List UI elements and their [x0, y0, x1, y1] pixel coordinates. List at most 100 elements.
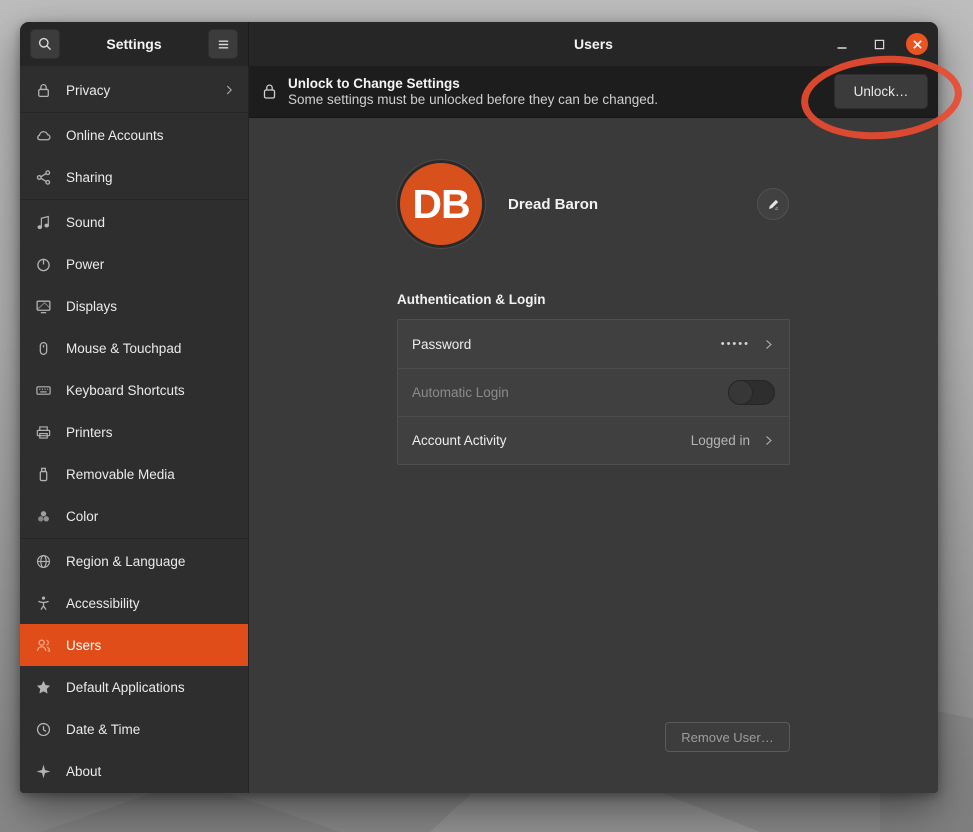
minimize-button[interactable] — [832, 34, 852, 54]
window-controls — [832, 22, 928, 66]
auth-settings-list: Password ••••• Automatic Login — [397, 319, 790, 465]
sidebar-separator — [20, 538, 248, 539]
sidebar-item-privacy[interactable]: Privacy — [20, 69, 248, 111]
sidebar-item-label: Online Accounts — [66, 128, 236, 143]
lock-icon — [35, 82, 52, 99]
sidebar-item-label: Privacy — [66, 83, 222, 98]
page-title: Users — [574, 36, 613, 52]
chevron-right-icon — [762, 338, 775, 351]
sidebar-item-power[interactable]: Power — [20, 243, 248, 285]
sidebar-item-region-language[interactable]: Region & Language — [20, 540, 248, 582]
color-circles-icon — [35, 508, 52, 525]
sidebar-header: Settings — [20, 22, 249, 66]
remove-user-button[interactable]: Remove User… — [665, 722, 790, 752]
sidebar-item-label: Power — [66, 257, 236, 272]
edit-name-button[interactable] — [757, 188, 789, 220]
mouse-icon — [35, 340, 52, 357]
pencil-icon — [766, 197, 781, 212]
power-icon — [35, 256, 52, 273]
menu-button[interactable] — [208, 29, 238, 59]
sidebar-item-accessibility[interactable]: Accessibility — [20, 582, 248, 624]
auth-section-heading: Authentication & Login — [397, 292, 545, 307]
avatar[interactable]: DB — [397, 160, 485, 248]
sidebar-item-mouse-touchpad[interactable]: Mouse & Touchpad — [20, 327, 248, 369]
sidebar-item-online-accounts[interactable]: Online Accounts — [20, 114, 248, 156]
sidebar-item-label: Displays — [66, 299, 236, 314]
users-content: DB Dread Baron Authentication & Login — [249, 118, 938, 793]
sidebar-item-label: Printers — [66, 425, 236, 440]
sidebar-item-removable-media[interactable]: Removable Media — [20, 453, 248, 495]
sidebar-item-color[interactable]: Color — [20, 495, 248, 537]
sidebar-item-displays[interactable]: Displays — [20, 285, 248, 327]
toggle-knob — [728, 380, 753, 405]
star-icon — [35, 679, 52, 696]
automatic-login-row: Automatic Login — [398, 368, 789, 416]
sidebar-item-label: Region & Language — [66, 554, 236, 569]
sidebar-item-about[interactable]: About — [20, 750, 248, 792]
sidebar-item-label: About — [66, 764, 236, 779]
password-row[interactable]: Password ••••• — [398, 320, 789, 368]
account-activity-label: Account Activity — [412, 433, 507, 448]
unlock-button[interactable]: Unlock… — [834, 74, 928, 109]
sidebar-item-label: Color — [66, 509, 236, 524]
sidebar-item-label: Mouse & Touchpad — [66, 341, 236, 356]
sidebar-item-printers[interactable]: Printers — [20, 411, 248, 453]
sidebar-item-users[interactable]: Users — [20, 624, 248, 666]
chevron-right-icon — [222, 83, 236, 97]
sidebar-item-label: Removable Media — [66, 467, 236, 482]
keyboard-icon — [35, 382, 52, 399]
unlock-banner-subtitle: Some settings must be unlocked before th… — [288, 92, 658, 107]
printer-icon — [35, 424, 52, 441]
share-icon — [35, 169, 52, 186]
search-icon — [37, 36, 53, 52]
sidebar-separator — [20, 199, 248, 200]
maximize-icon — [874, 39, 885, 50]
accessibility-icon — [35, 595, 52, 612]
maximize-button[interactable] — [869, 34, 889, 54]
account-activity-row[interactable]: Account Activity Logged in — [398, 416, 789, 464]
automatic-login-toggle[interactable] — [728, 380, 775, 405]
display-icon — [35, 298, 52, 315]
globe-icon — [35, 553, 52, 570]
sidebar-item-label: Default Applications — [66, 680, 236, 695]
minimize-icon — [836, 38, 848, 50]
main-header: Users — [249, 22, 938, 66]
close-button[interactable] — [906, 33, 928, 55]
sidebar-separator — [20, 112, 248, 113]
automatic-login-label: Automatic Login — [412, 385, 509, 400]
unlock-banner-text: Unlock to Change Settings Some settings … — [288, 76, 658, 107]
titlebar: Settings Users — [20, 22, 938, 66]
sidebar-item-default-applications[interactable]: Default Applications — [20, 666, 248, 708]
sidebar-item-date-time[interactable]: Date & Time — [20, 708, 248, 750]
sidebar-item-keyboard-shortcuts[interactable]: Keyboard Shortcuts — [20, 369, 248, 411]
sidebar-item-label: Keyboard Shortcuts — [66, 383, 236, 398]
account-activity-value: Logged in — [691, 433, 750, 448]
sidebar-item-label: Sound — [66, 215, 236, 230]
sidebar-item-sound[interactable]: Sound — [20, 201, 248, 243]
sidebar-item-sharing[interactable]: Sharing — [20, 156, 248, 198]
sidebar: Privacy Online Accounts Shar — [20, 66, 249, 793]
user-identity-row: DB Dread Baron — [397, 156, 790, 252]
sidebar-item-label: Users — [66, 638, 236, 653]
lock-icon — [262, 83, 277, 100]
clock-icon — [35, 721, 52, 738]
close-icon — [912, 39, 923, 50]
usb-drive-icon — [35, 466, 52, 483]
sparkle-icon — [35, 763, 52, 780]
hamburger-icon — [216, 37, 231, 52]
sidebar-item-label: Sharing — [66, 170, 236, 185]
password-label: Password — [412, 337, 471, 352]
settings-window: Settings Users — [20, 22, 938, 793]
window-body: Privacy Online Accounts Shar — [20, 66, 938, 793]
chevron-right-icon — [762, 434, 775, 447]
unlock-banner: Unlock to Change Settings Some settings … — [249, 66, 938, 118]
cloud-icon — [35, 127, 52, 144]
search-button[interactable] — [30, 29, 60, 59]
users-icon — [35, 637, 52, 654]
sidebar-item-label: Accessibility — [66, 596, 236, 611]
desktop-background: Settings Users — [0, 0, 973, 832]
user-full-name: Dread Baron — [508, 196, 598, 213]
sidebar-item-label: Date & Time — [66, 722, 236, 737]
users-panel: Unlock to Change Settings Some settings … — [249, 66, 938, 793]
password-masked-value: ••••• — [721, 338, 750, 350]
